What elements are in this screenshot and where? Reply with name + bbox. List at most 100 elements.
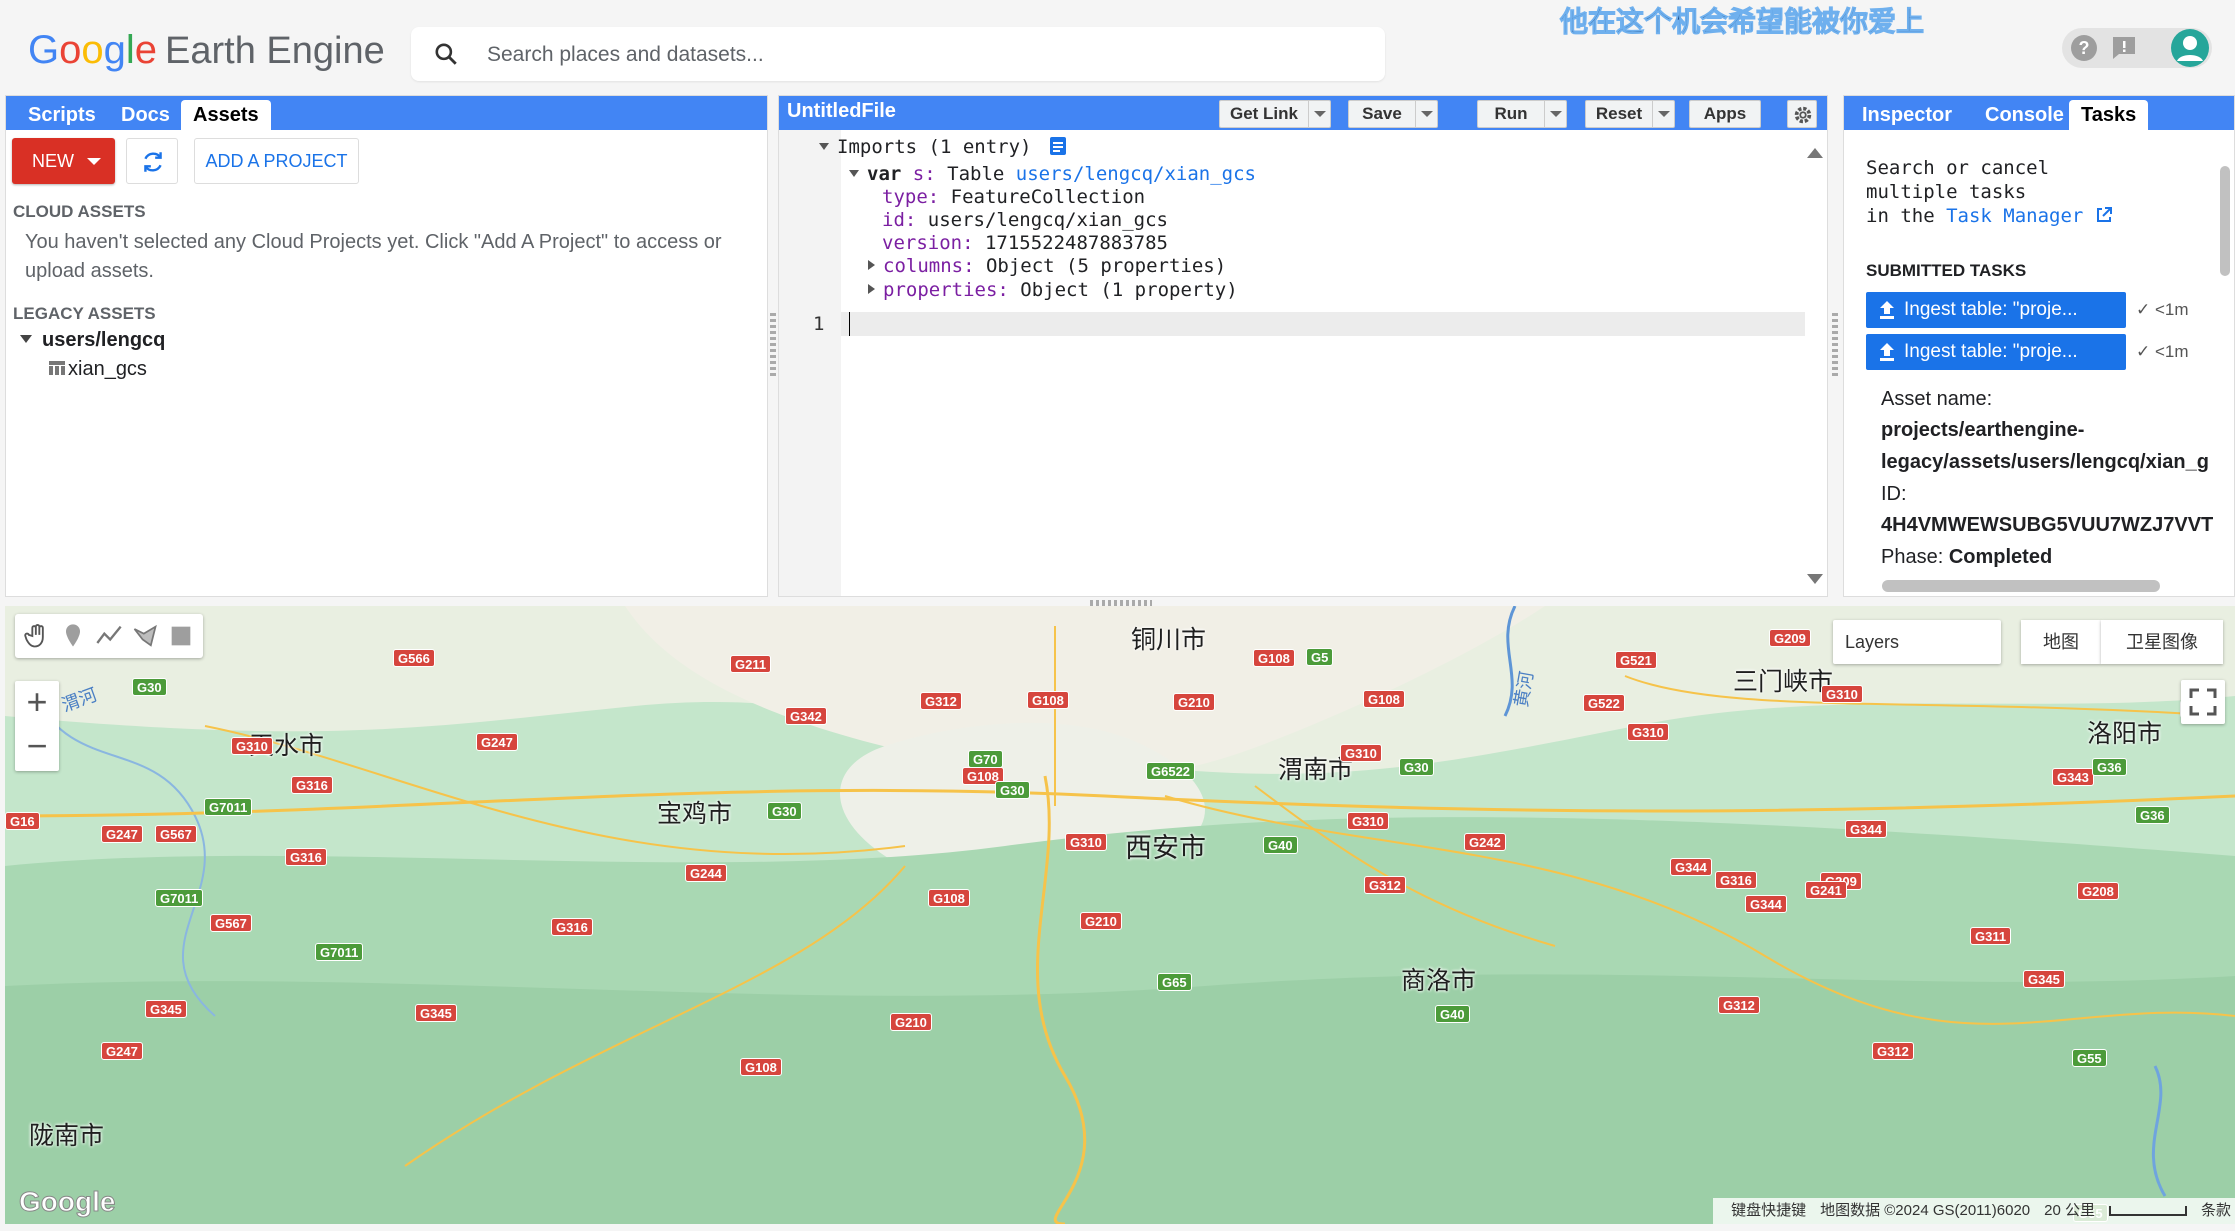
earth-engine-logo[interactable]: Google Earth Engine: [28, 28, 385, 73]
keyboard-shortcuts-link[interactable]: 键盘快捷键: [1731, 1202, 1806, 1219]
google-logo[interactable]: Google: [18, 1186, 115, 1218]
settings-button[interactable]: [1787, 100, 1817, 128]
import-prop-columns[interactable]: columns: Object (5 properties): [868, 255, 1226, 277]
fullscreen-button[interactable]: [2181, 680, 2225, 724]
open-in-new-icon[interactable]: [2095, 206, 2113, 224]
map-type-roadmap[interactable]: 地图: [2021, 620, 2101, 664]
highway-shield: G108: [928, 889, 970, 907]
draw-rectangle-icon[interactable]: [167, 622, 195, 650]
tab-console[interactable]: Console: [1973, 100, 2076, 130]
scroll-down-arrow[interactable]: [1807, 574, 1823, 584]
imports-header[interactable]: Imports (1 entry): [819, 136, 1067, 158]
tree-folder-users-lengcq[interactable]: users/lengcq: [20, 329, 165, 352]
task-item[interactable]: Ingest table: "proje...: [1866, 334, 2126, 370]
chevron-down-icon[interactable]: [1308, 101, 1330, 127]
tab-assets[interactable]: Assets: [181, 100, 271, 130]
task-label: Ingest table: "proje...: [1904, 341, 2078, 362]
tasks-panel: Inspector Console Tasks Search or cancel…: [1843, 95, 2235, 597]
expressway-shield: G65: [1157, 973, 1192, 991]
draw-line-icon[interactable]: [95, 622, 123, 650]
map-attribution: 键盘快捷键 地图数据 ©2024 GS(2011)6020 20 公里 条款: [1713, 1198, 2235, 1224]
tasks-intro-line: Search or cancel: [1866, 157, 2050, 179]
panel-resize-handle[interactable]: [770, 310, 776, 376]
tab-inspector[interactable]: Inspector: [1850, 100, 1964, 130]
file-title[interactable]: UntitledFile: [787, 100, 896, 123]
add-project-button[interactable]: ADD A PROJECT: [194, 138, 359, 184]
save-button[interactable]: Save: [1348, 100, 1438, 128]
prop-key: id:: [882, 209, 917, 231]
panel-resize-handle[interactable]: [1832, 310, 1838, 376]
expressway-shield: G7011: [155, 889, 204, 907]
highway-shield: G210: [1173, 693, 1215, 711]
asset-link[interactable]: users/lengcq/xian_gcs: [1016, 163, 1256, 185]
imports-label: Imports (1 entry): [837, 136, 1032, 158]
feedback-icon[interactable]: [2108, 32, 2140, 64]
upload-icon: [1880, 343, 1894, 361]
highway-shield: G567: [155, 825, 197, 843]
search-input[interactable]: Search places and datasets...: [487, 43, 764, 67]
tasks-intro: Search or cancel multiple tasks in the T…: [1866, 156, 2113, 228]
expressway-shield: G55: [2072, 1049, 2107, 1067]
prop-key: properties:: [883, 279, 1009, 301]
id-label: ID:: [1881, 483, 1907, 505]
avatar[interactable]: [2170, 28, 2210, 68]
prop-value: Object (5 properties): [985, 255, 1227, 277]
collapse-triangle-icon[interactable]: [819, 143, 829, 150]
run-label: Run: [1494, 104, 1528, 123]
terms-link[interactable]: 条款: [2201, 1202, 2231, 1219]
task-item[interactable]: Ingest table: "proje...: [1866, 292, 2126, 328]
highway-shield: G247: [101, 1042, 143, 1060]
expand-triangle-icon[interactable]: [868, 284, 875, 294]
collapse-triangle-icon[interactable]: [849, 170, 859, 177]
tab-scripts[interactable]: Scripts: [16, 100, 108, 130]
fullscreen-icon: [2189, 688, 2217, 716]
layers-button[interactable]: Layers: [1833, 620, 2001, 664]
chevron-down-icon[interactable]: [1544, 101, 1566, 127]
highway-shield: G108: [1253, 649, 1295, 667]
run-button[interactable]: Run: [1477, 100, 1567, 128]
prop-value: users/lengcq/xian_gcs: [927, 209, 1168, 231]
import-var-line[interactable]: var s: Table users/lengcq/xian_gcs: [849, 163, 1256, 185]
map-view[interactable]: + − 渭河 黄河 铜川市 天水市 渭南市 三门峡市 宝鸡市 西安市 洛阳市 商…: [5, 606, 2235, 1224]
highway-shield: G209: [1769, 629, 1811, 647]
svg-text:?: ?: [2079, 38, 2090, 58]
scroll-up-arrow[interactable]: [1807, 148, 1823, 158]
expand-triangle-icon[interactable]: [868, 260, 875, 270]
import-prop-type: type: FeatureCollection: [882, 186, 1145, 208]
get-link-button[interactable]: Get Link: [1219, 100, 1331, 128]
horizontal-scrollbar[interactable]: [1882, 580, 2160, 592]
city-label: 铜川市: [1131, 626, 1207, 654]
vertical-scrollbar[interactable]: [2220, 166, 2230, 276]
prop-value: Object (1 property): [1020, 279, 1238, 301]
reset-button[interactable]: Reset: [1585, 100, 1675, 128]
logo-letter: l: [125, 28, 135, 72]
zoom-in-button[interactable]: +: [15, 681, 59, 725]
import-prop-properties[interactable]: properties: Object (1 property): [868, 279, 1238, 301]
show-code-icon[interactable]: [1049, 136, 1067, 156]
tab-tasks[interactable]: Tasks: [2069, 100, 2149, 130]
task-manager-link[interactable]: Task Manager: [1946, 205, 2083, 227]
var-name[interactable]: s:: [913, 163, 936, 185]
highway-shield: G210: [890, 1013, 932, 1031]
zoom-out-button[interactable]: −: [15, 725, 59, 769]
phase-label: Phase:: [1881, 546, 1944, 568]
point-marker-icon[interactable]: [59, 622, 87, 650]
chevron-down-icon[interactable]: [1652, 101, 1674, 127]
map-type-satellite[interactable]: 卫星图像: [2101, 620, 2223, 664]
chevron-down-icon[interactable]: [1415, 101, 1437, 127]
tree-item-xian-gcs[interactable]: xian_gcs: [48, 358, 147, 381]
code-input-line[interactable]: [841, 312, 1805, 336]
tab-docs[interactable]: Docs: [109, 100, 182, 130]
drawing-tools: [15, 614, 203, 658]
highway-shield: G311: [1970, 927, 2012, 945]
pan-hand-icon[interactable]: [23, 622, 51, 650]
help-icon[interactable]: ?: [2068, 32, 2100, 64]
prop-key: version:: [882, 232, 974, 254]
search-box[interactable]: Search places and datasets...: [411, 27, 1385, 81]
draw-polygon-icon[interactable]: [131, 622, 159, 650]
editor-gutter: [779, 130, 841, 596]
apps-button[interactable]: Apps: [1689, 100, 1761, 128]
new-button[interactable]: NEW: [12, 138, 115, 184]
cloud-assets-message: You haven't selected any Cloud Projects …: [25, 231, 722, 282]
refresh-button[interactable]: [126, 138, 178, 184]
